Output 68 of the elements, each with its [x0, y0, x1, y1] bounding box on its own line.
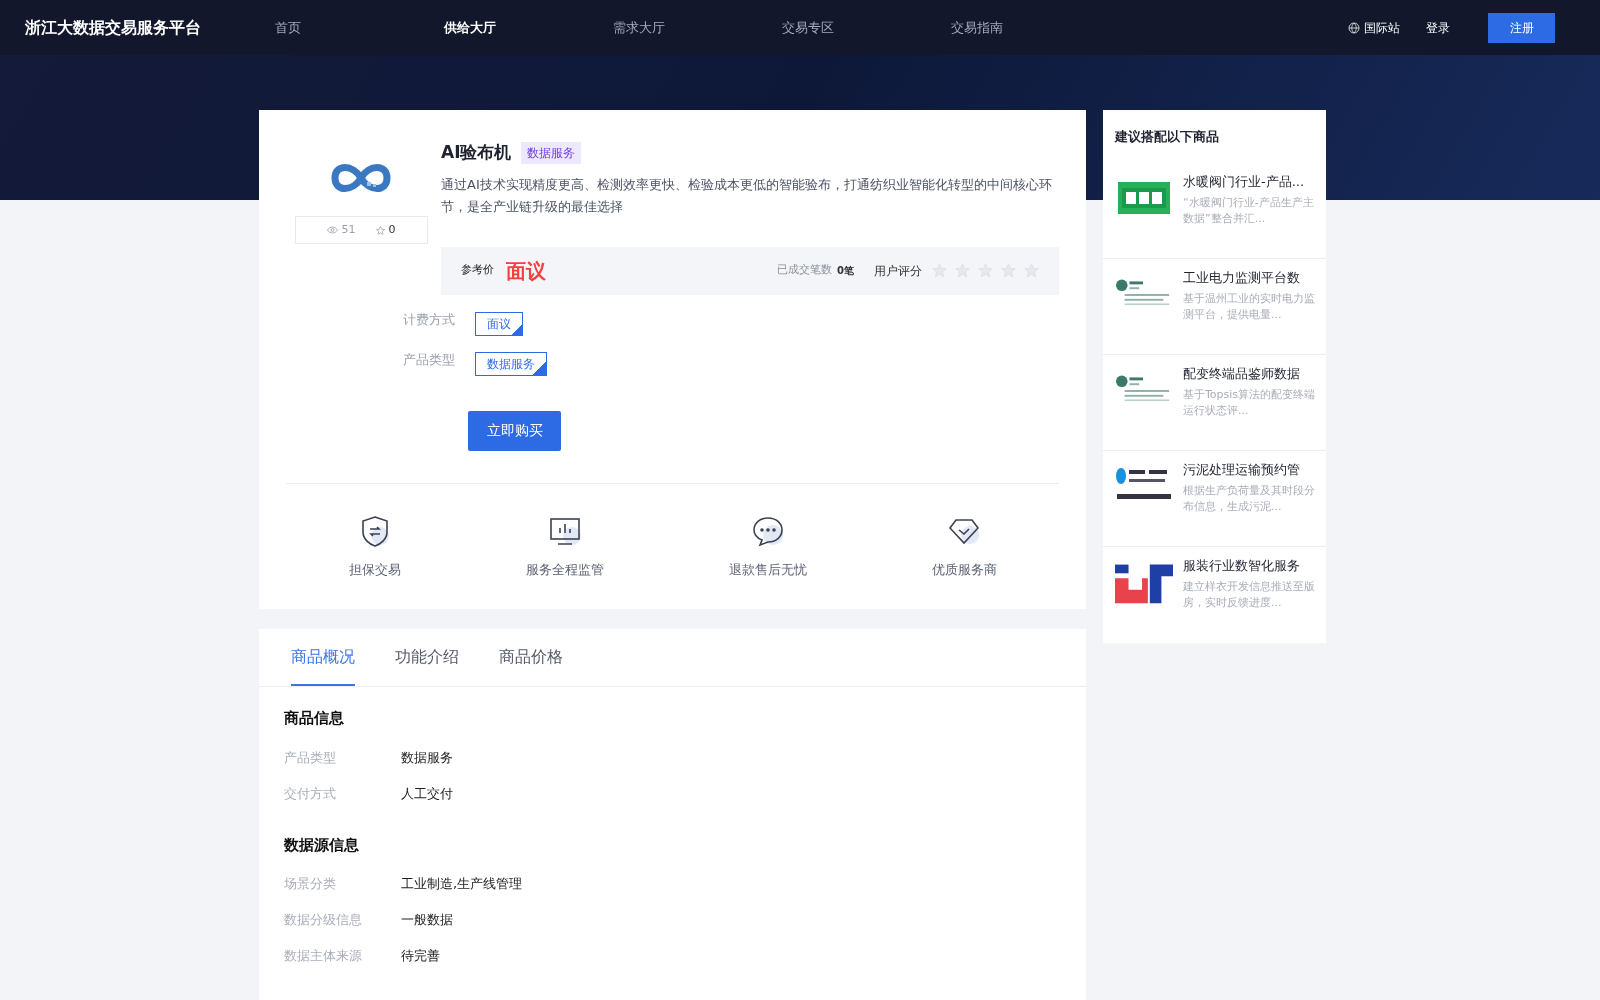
recommend-item-description: “水暖阀门行业-产品生产主数据”整合并汇...	[1183, 194, 1315, 227]
info-label: 数据分级信息	[284, 911, 363, 930]
recommend-item-description: 建立样衣开发信息推送至版房，实时反馈进度...	[1183, 578, 1316, 611]
recommend-item-title: 污泥处理运输预约管	[1183, 460, 1301, 478]
nav-link[interactable]: 首页	[275, 17, 444, 38]
rating-star-icon	[1001, 263, 1016, 278]
product-title: AI验布机	[441, 141, 512, 164]
recommend-item-title: 工业电力监测平台数	[1183, 268, 1301, 286]
price-value: 面议	[506, 257, 546, 285]
register-button[interactable]: 注册	[1488, 12, 1555, 43]
recommend-item-description: 基于Topsis算法的配变终端运行状态评...	[1183, 386, 1317, 419]
detail-tab[interactable]: 商品价格	[499, 629, 563, 686]
logo-icon	[1116, 179, 1172, 216]
info-value: 人工交付	[401, 784, 453, 803]
deals-count: 0笔	[837, 264, 854, 278]
intl-link[interactable]: 国际站	[1364, 18, 1400, 37]
nav-link[interactable]: 交易专区	[782, 17, 951, 38]
recommend-title: 建议搭配以下商品	[1113, 128, 1220, 146]
guarantee-label: 退款售后无忧	[728, 560, 807, 579]
option-chip[interactable]: 数据服务	[475, 351, 547, 376]
detail-tab[interactable]: 功能介绍	[395, 629, 459, 686]
recommend-item[interactable]: 配变终端品鉴师数据 基于Topsis算法的配变终端运行状态评...	[1103, 354, 1326, 451]
recommend-item[interactable]: 工业电力监测平台数 基于温州工业的实时电力监测平台，提供电量...	[1103, 258, 1326, 355]
rating-star-icon	[978, 263, 993, 278]
recommend-item-title: 水暖阀门行业-产品...	[1183, 172, 1306, 190]
guarantee-label: 服务全程监管	[525, 560, 604, 579]
brand-title: 浙江大数据交易服务平台	[25, 16, 202, 39]
buy-button[interactable]: 立即购买	[468, 410, 561, 451]
nav-link[interactable]: 交易指南	[951, 17, 1120, 38]
nav-link[interactable]: 需求大厅	[613, 17, 782, 38]
recommend-item[interactable]: 服装行业数智化服务 建立样衣开发信息推送至版房，实时反馈进度...	[1103, 546, 1326, 643]
section-title: 商品信息	[284, 708, 345, 729]
info-value: 待完善	[401, 947, 440, 966]
info-label: 产品类型	[284, 748, 337, 767]
product-description: 通过AI技术实现精度更高、检测效率更快、检验成本更低的智能验布，打通纺织业智能化转型的中间核心环节，是全产业链升级的最佳选择	[441, 175, 1053, 216]
recommend-item-title: 配变终端品鉴师数据	[1183, 364, 1301, 382]
nav-link[interactable]: 供给大厅	[444, 17, 613, 38]
info-label: 场景分类	[284, 875, 337, 894]
rating-label: 用户评分	[874, 262, 922, 280]
info-label: 交付方式	[284, 784, 337, 803]
option-label: 计费方式	[403, 310, 456, 329]
section-title: 数据源信息	[284, 834, 360, 856]
deals-label: 已成交笔数	[777, 262, 833, 279]
rating-star-icon	[932, 263, 947, 278]
recommend-item[interactable]: 污泥处理运输预约管 根据生产负荷量及其时段分布信息，生成污泥...	[1103, 450, 1326, 547]
price-label: 参考价	[461, 262, 494, 279]
rating-star-icon	[955, 263, 970, 278]
info-label: 数据主体来源	[284, 947, 363, 966]
info-value: 一般数据	[401, 911, 453, 930]
globe-icon	[1348, 21, 1360, 34]
option-chip[interactable]: 面议	[475, 311, 523, 336]
recommend-item-title: 服装行业数智化服务	[1183, 556, 1301, 574]
star-icon	[375, 225, 385, 235]
guarantee-label: 优质服务商	[931, 560, 997, 579]
view-count: 51	[341, 221, 356, 238]
recommend-item-description: 根据生产负荷量及其时段分布信息，生成污泥...	[1183, 482, 1316, 515]
recommend-item-description: 基于温州工业的实时电力监测平台，提供电量...	[1183, 290, 1316, 323]
detail-tab[interactable]: 商品概况	[291, 629, 355, 686]
guarantee-label: 担保交易	[348, 560, 401, 579]
rating-star-icon	[1024, 263, 1039, 278]
option-label: 产品类型	[403, 350, 456, 369]
eye-icon	[326, 226, 338, 234]
recommend-item[interactable]: 水暖阀门行业-产品... “水暖阀门行业-产品生产主数据”整合并汇...	[1103, 162, 1326, 259]
login-link[interactable]: 登录	[1426, 18, 1450, 37]
info-value: 数据服务	[401, 748, 453, 767]
info-value: 工业制造,生产线管理	[401, 875, 523, 894]
favorite-count: 0	[388, 221, 396, 238]
category-tag: 数据服务	[521, 141, 582, 164]
